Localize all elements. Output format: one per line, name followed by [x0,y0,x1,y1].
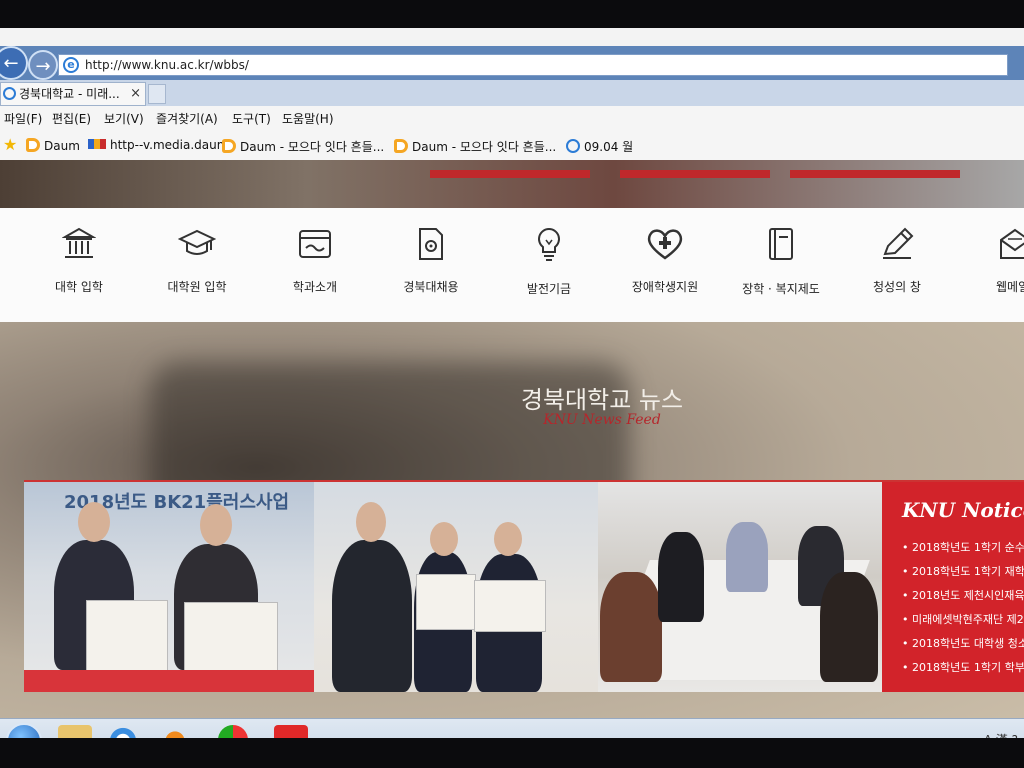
ie-favorite-icon [566,139,580,153]
quicknav-label: 웹메일 [996,280,1024,294]
ie-tab-icon [3,87,16,100]
new-tab-button[interactable] [148,84,166,104]
document-gear-icon [419,228,443,260]
quick-nav: 대학 입학 대학원 입학 학과소개 경북대채용 발전기금 장애학생지원 장학 ·… [0,208,1024,322]
quicknav-grad-admission[interactable]: 대학원 입학 [142,226,252,295]
pencil-icon [883,227,914,259]
hangul-icon[interactable] [274,725,308,738]
quicknav-label: 장학 · 복지제도 [742,282,820,296]
browser-tab[interactable]: 경북대학교 - 미래... × [0,82,146,106]
quicknav-label: 청성의 창 [873,280,921,294]
news-subtitle: KNU News Feed [543,412,661,428]
taskbar: A 漢 ? [0,718,1024,738]
notice-item[interactable]: 미래에셋박현주재단 제22 [902,608,1024,632]
quicknav-scholarship[interactable]: 장학 · 복지제도 [726,226,836,297]
quicknav-departments[interactable]: 학과소개 [260,226,370,295]
media-player-icon[interactable] [158,725,192,738]
menu-help[interactable]: 도움말(H) [282,110,334,127]
chrome-icon[interactable] [218,725,248,738]
monitor-screen: ← → e http://www.knu.ac.kr/wbbs/ 경북대학교 -… [0,28,1024,738]
menu-view[interactable]: 보기(V) [104,110,144,127]
menu-tools[interactable]: 도구(T) [232,110,271,127]
media-icon [88,139,106,149]
quicknav-label: 장애학생지원 [631,280,699,294]
url-text: http://www.knu.ac.kr/wbbs/ [85,58,249,72]
notice-item[interactable]: 2018학년도 1학기 학부생 [902,656,1024,680]
quicknav-development-fund[interactable]: 발전기금 [494,226,604,297]
system-tray[interactable]: A 漢 ? [984,731,1018,738]
tab-strip: 경북대학교 - 미래... × [0,80,1024,106]
forward-button[interactable]: → [28,50,58,80]
news-photo-3[interactable] [598,482,882,692]
favorite-0904[interactable]: 09.04 월 [566,138,633,155]
lightbulb-icon [538,227,560,261]
quicknav-webmail[interactable]: 웹메일 [958,226,1024,295]
menu-file[interactable]: 파일(F) [4,110,42,127]
news-strip: 2018년도 BK21플러스사업 KNU Notice • 2018학년도 1학… [24,480,1024,692]
folder-icon[interactable] [58,725,92,738]
start-button[interactable] [6,723,42,738]
favorite-daum-2[interactable]: Daum - 모으다 잇다 흔들... [222,138,384,155]
knu-notice-panel: KNU Notice 2018학년도 1학기 순수외 2018학년도 1학기 재… [882,482,1024,692]
quicknav-label: 학과소개 [292,280,338,294]
menu-favorites[interactable]: 즐겨찾기(A) [156,110,218,127]
favorite-media-daum[interactable]: http--v.media.daum [88,138,228,152]
notice-item[interactable]: 2018년도 제천시인재육성 [902,584,1024,608]
menu-bar: 파일(F) 편집(E) 보기(V) 즐겨찾기(A) 도구(T) 도움말(H) [0,106,1024,130]
ie-page-icon: e [63,57,79,73]
quicknav-undergrad-admission[interactable]: 대학 입학 [24,226,134,295]
favorites-star-icon[interactable]: ★ [3,135,17,154]
mail-icon [1000,228,1024,259]
address-input[interactable]: e http://www.knu.ac.kr/wbbs/ [58,54,1008,76]
news-title: 경북대학교 뉴스 [520,386,684,414]
internet-explorer-icon[interactable] [106,725,140,738]
quicknav-label: 대학 입학 [55,280,103,294]
tab-close-icon[interactable]: × [130,83,141,105]
quicknav-label: 대학원 입학 [167,280,227,294]
book-icon [769,228,793,260]
quicknav-label: 경북대채용 [403,280,459,294]
quicknav-label: 발전기금 [526,282,572,296]
notice-item[interactable]: 2018학년도 대학생 청소 [902,632,1024,656]
university-building-icon [62,227,96,258]
news-photo-2[interactable] [314,482,598,692]
daum-icon [222,139,236,153]
favorite-daum[interactable]: Daum [26,138,80,153]
notice-title: KNU Notice [902,498,1024,522]
daum-icon [394,139,408,153]
news-photo-1[interactable]: 2018년도 BK21플러스사업 [24,482,314,692]
notice-item[interactable]: 2018학년도 1학기 순수외 [902,536,1024,560]
heart-cross-icon [647,229,683,260]
daum-icon [26,138,40,152]
favorites-bar: ★ Daum http--v.media.daum Daum - 모으다 잇다 … [0,130,1024,161]
window-card-icon [299,230,331,258]
hero-image [0,160,1024,208]
quicknav-recruitment[interactable]: 경북대채용 [376,226,486,295]
tab-title: 경북대학교 - 미래... [19,87,120,101]
menu-edit[interactable]: 편집(E) [52,110,91,127]
favorite-daum-3[interactable]: Daum - 모으다 잇다 흔들... [394,138,556,155]
quicknav-disability-support[interactable]: 장애학생지원 [610,226,720,295]
quicknav-suggestion-window[interactable]: 청성의 창 [842,226,952,295]
notice-item[interactable]: 2018학년도 1학기 재학생 [902,560,1024,584]
graduation-cap-icon [178,229,216,255]
